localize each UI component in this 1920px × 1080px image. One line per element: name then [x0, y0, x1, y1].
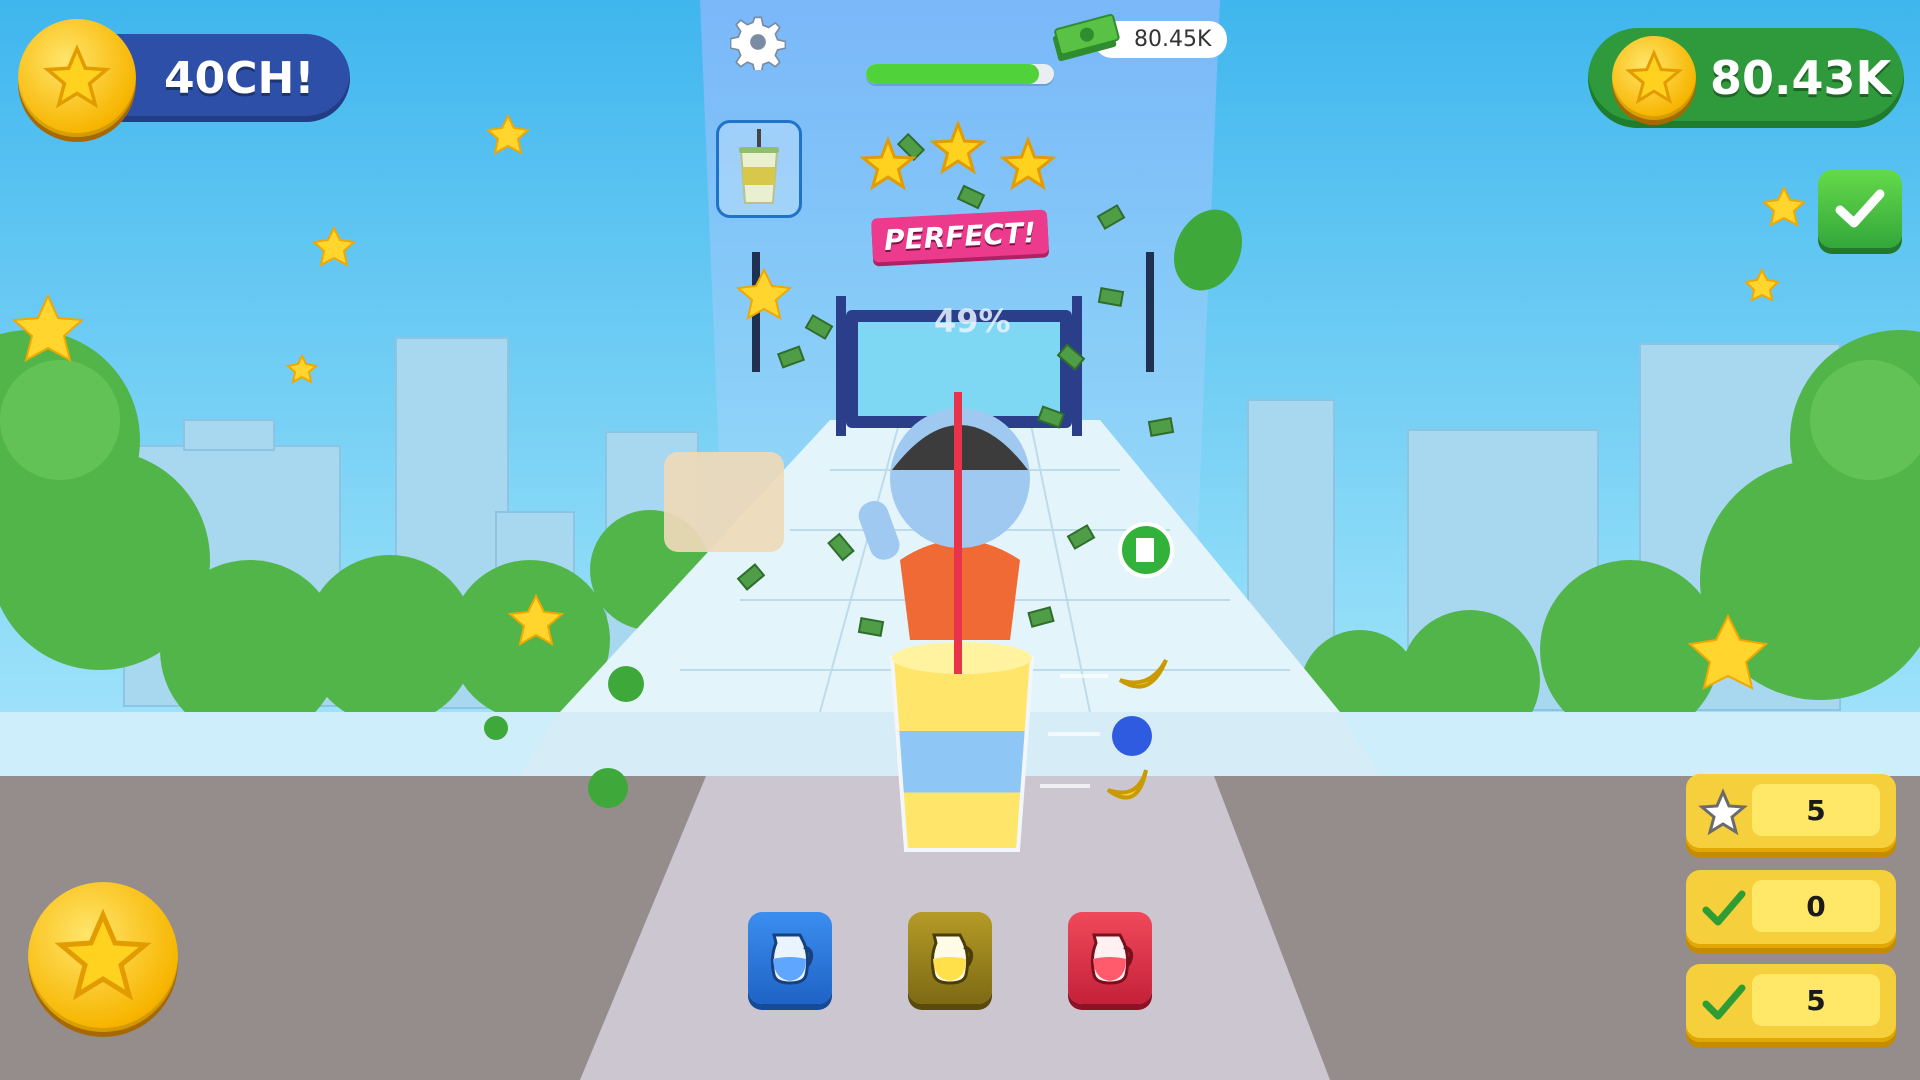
rating-star-icon [929, 119, 987, 175]
objective-panel-stars: 5 [1686, 774, 1896, 852]
yellow-jug-icon [930, 933, 974, 985]
confirm-button[interactable] [1818, 170, 1902, 248]
coin-counter: 80.43K [1588, 26, 1904, 130]
objective-stars-value: 5 [1752, 784, 1880, 836]
coin-counter-bar: 80.43K [1588, 28, 1904, 128]
objective-panel-check-1: 0 [1686, 870, 1896, 948]
star-outline-icon [1698, 788, 1748, 836]
cash-stack-icon [1052, 14, 1120, 62]
checkmark-icon [1702, 890, 1746, 926]
blue-jug-icon [770, 933, 814, 985]
coin-counter-value: 80.43K [1710, 51, 1892, 105]
money-display: 80.45K [1048, 14, 1228, 64]
settings-button[interactable] [729, 14, 787, 74]
star-coin-icon [18, 19, 136, 137]
objective-check-1-value: 0 [1752, 880, 1880, 932]
blue-jug-button[interactable] [748, 912, 832, 1004]
star-coin-icon [1612, 36, 1696, 120]
yellow-jug-button[interactable] [908, 912, 992, 1004]
star-coin-button[interactable] [28, 882, 186, 1040]
star-rating [858, 118, 1058, 198]
exit-token-icon [1118, 522, 1174, 578]
star-coin-icon [28, 882, 178, 1032]
level-counter: 40CH! [18, 19, 350, 137]
red-jug-button[interactable] [1068, 912, 1152, 1004]
checkmark-icon [1835, 189, 1885, 228]
rating-star-icon [999, 135, 1057, 191]
red-jug-icon [1090, 933, 1134, 985]
level-progress-bar [866, 64, 1054, 84]
level-counter-bar: 40CH! [100, 34, 350, 122]
ice-block [664, 452, 784, 552]
objective-check-2-value: 5 [1752, 974, 1880, 1026]
objective-panel-check-2: 5 [1686, 964, 1896, 1042]
progress-percent: 49% [934, 302, 1011, 340]
checkmark-icon [1702, 984, 1746, 1020]
juice-cup-icon [739, 129, 779, 204]
gear-icon [729, 16, 787, 74]
level-progress-fill [866, 64, 1039, 84]
rating-star-icon [859, 135, 917, 191]
perfect-label: PERFECT! [870, 209, 1050, 263]
level-counter-value: 40CH! [164, 52, 315, 104]
target-drink-card [716, 120, 802, 218]
